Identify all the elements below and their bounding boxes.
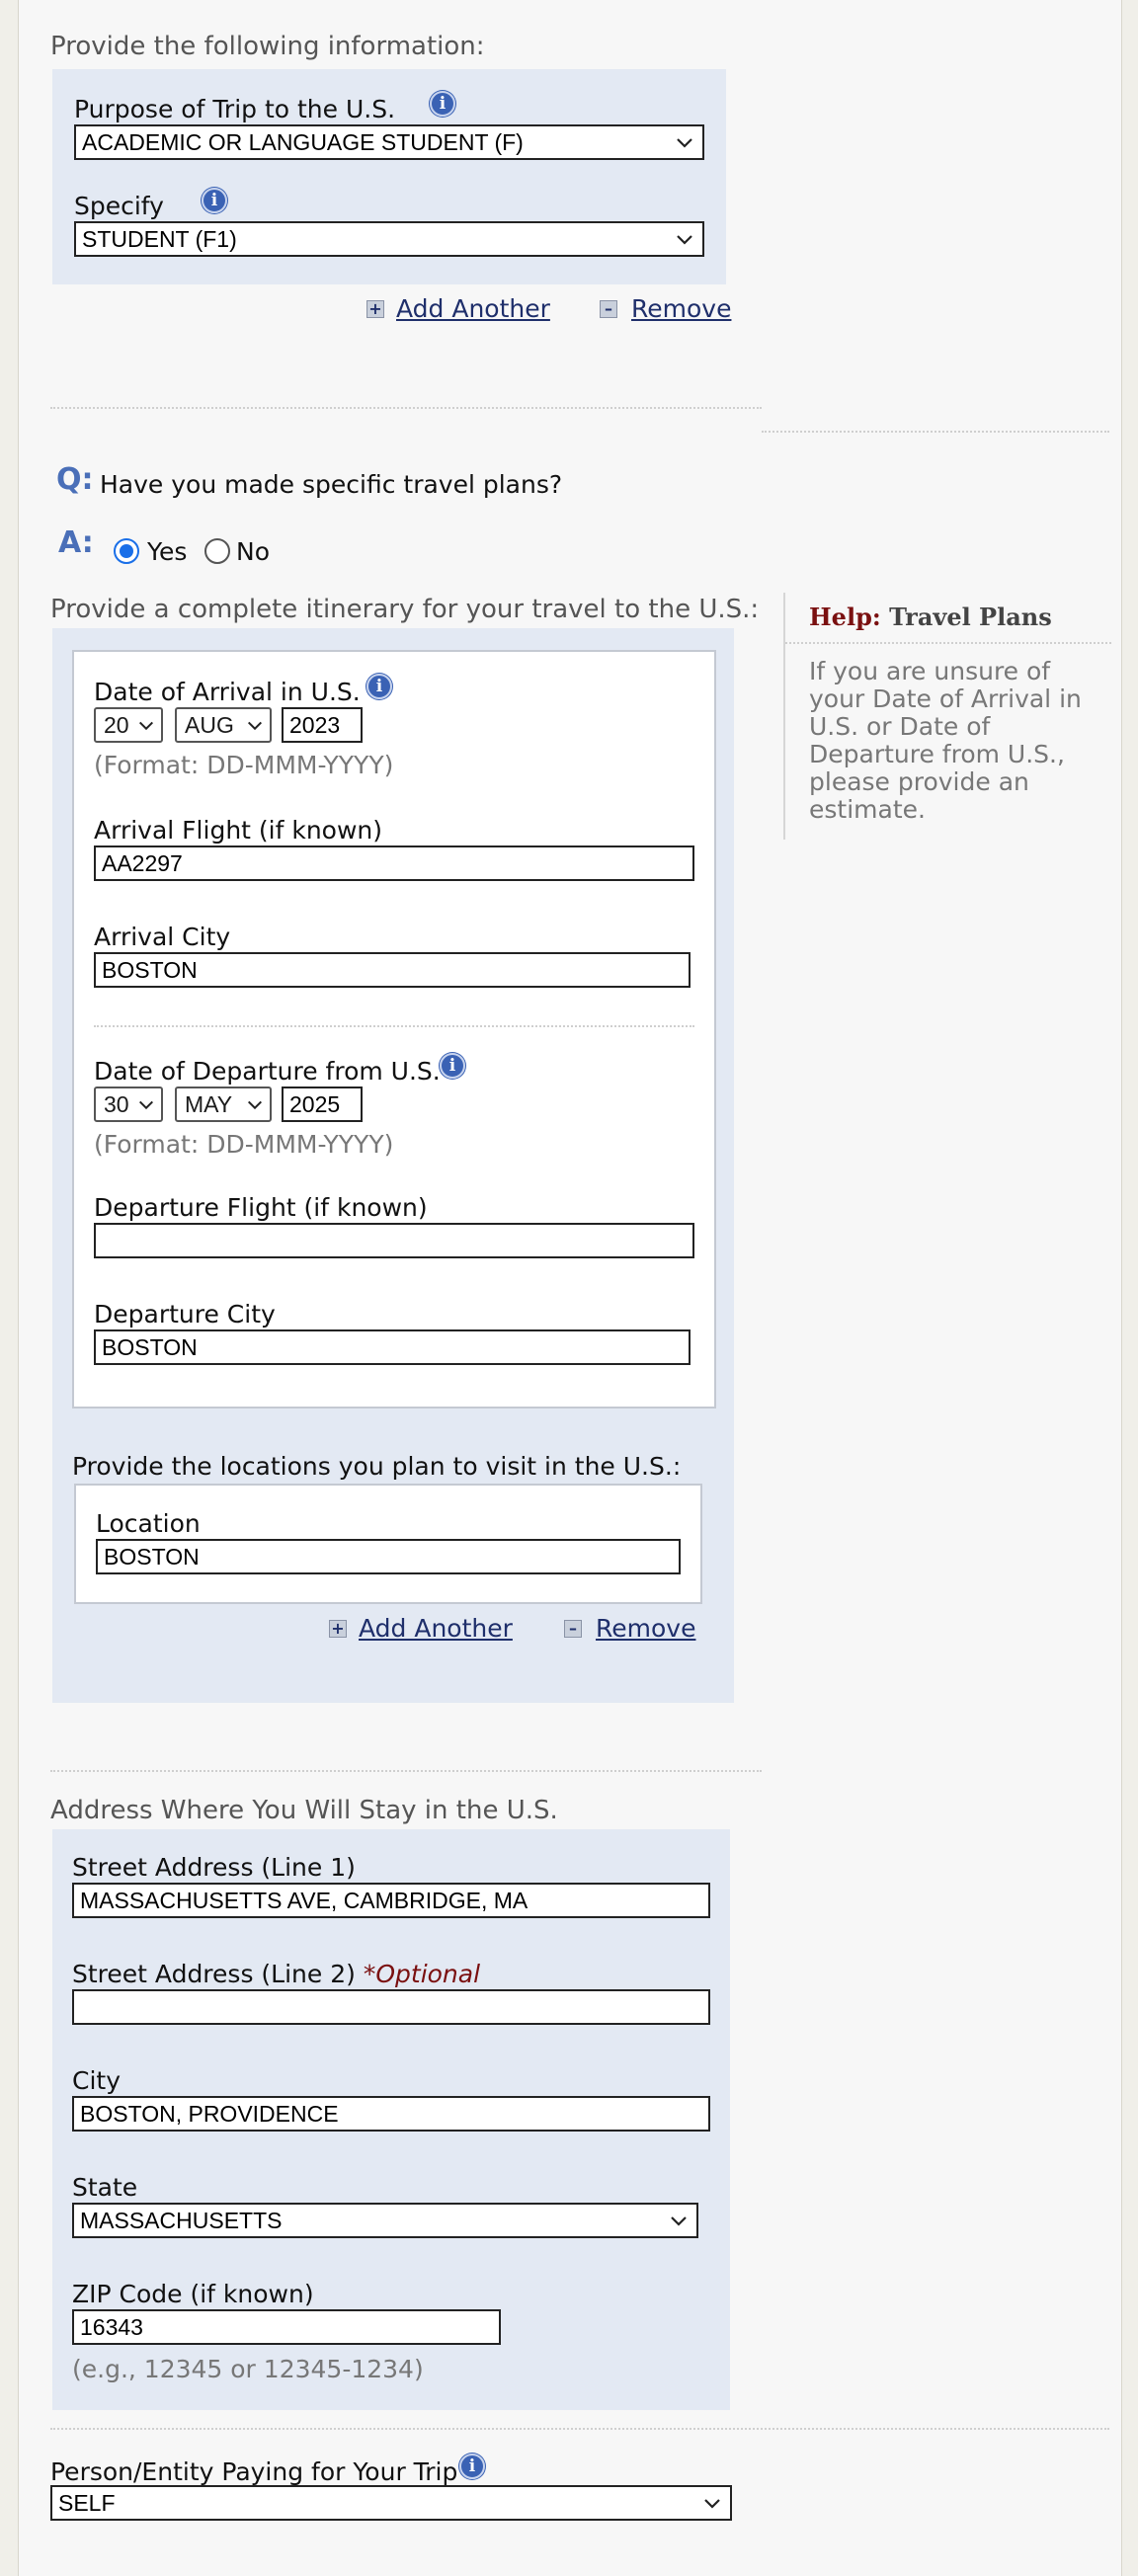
divider — [94, 1025, 694, 1027]
itinerary-panel: Date of Arrival in U.S. i 20 AUG 2023 (F… — [52, 628, 734, 1703]
add-another-location-link[interactable]: Add Another — [359, 1614, 513, 1643]
zip-input[interactable]: 16343 — [72, 2309, 501, 2345]
payer-select-value: SELF — [58, 2490, 116, 2516]
purpose-panel: Purpose of Trip to the U.S. i ACADEMIC O… — [52, 69, 726, 284]
help-prefix: Help: — [809, 603, 881, 631]
divider — [50, 407, 762, 409]
arrival-year-input[interactable]: 2023 — [282, 707, 363, 743]
help-topic: Travel Plans — [889, 603, 1052, 631]
remove-icon: – — [564, 1620, 582, 1638]
street-line2-input[interactable] — [72, 1989, 710, 2025]
arrival-month-value: AUG — [185, 712, 234, 738]
arrival-day-select[interactable]: 20 — [94, 707, 163, 743]
street-line1-label: Street Address (Line 1) — [72, 1853, 356, 1882]
add-icon: + — [366, 300, 384, 318]
format-hint: (Format: DD-MMM-YYYY) — [94, 751, 394, 779]
specify-select-value: STUDENT (F1) — [82, 226, 237, 252]
chevron-down-icon — [138, 1100, 154, 1110]
chevron-down-icon — [671, 2216, 687, 2226]
info-icon[interactable]: i — [459, 2454, 485, 2479]
street-line2-label: Street Address (Line 2) *Optional — [72, 1960, 480, 1988]
specify-select[interactable]: STUDENT (F1) — [74, 221, 704, 257]
departure-day-select[interactable]: 30 — [94, 1087, 163, 1122]
purpose-select-value: ACADEMIC OR LANGUAGE STUDENT (F) — [82, 129, 524, 155]
chevron-down-icon — [247, 721, 263, 731]
travel-plans-yes-radio[interactable] — [114, 538, 139, 564]
state-label: State — [72, 2173, 138, 2202]
location-box: Location BOSTON — [74, 1484, 702, 1604]
arrival-city-label: Arrival City — [94, 923, 231, 951]
chevron-down-icon — [677, 235, 692, 245]
chevron-down-icon — [677, 138, 692, 148]
arrival-date-label: Date of Arrival in U.S. — [94, 678, 361, 706]
travel-plans-no-radio[interactable] — [204, 538, 230, 564]
specify-label: Specify — [74, 192, 164, 220]
state-select-value: MASSACHUSETTS — [80, 2208, 283, 2233]
itinerary-prompt: Provide a complete itinerary for your tr… — [50, 595, 760, 624]
location-input[interactable]: BOSTON — [96, 1539, 681, 1574]
departure-flight-label: Departure Flight (if known) — [94, 1193, 428, 1222]
add-icon: + — [329, 1620, 347, 1638]
purpose-label: Purpose of Trip to the U.S. — [74, 95, 396, 123]
form-page: Provide the following information: Purpo… — [18, 0, 1122, 2576]
divider — [762, 431, 1109, 433]
address-heading: Address Where You Will Stay in the U.S. — [50, 1796, 558, 1825]
payer-select[interactable]: SELF — [50, 2485, 732, 2521]
payer-label: Person/Entity Paying for Your Trip — [50, 2457, 458, 2486]
chevron-down-icon — [138, 721, 154, 731]
intro-text: Provide the following information: — [50, 32, 485, 61]
departure-date-label: Date of Departure from U.S. — [94, 1057, 441, 1086]
optional-tag: *Optional — [363, 1960, 481, 1988]
divider — [50, 2428, 1109, 2430]
info-icon[interactable]: i — [430, 91, 455, 117]
departure-flight-input[interactable] — [94, 1223, 694, 1258]
departure-city-input[interactable]: BOSTON — [94, 1329, 691, 1365]
zip-label: ZIP Code (if known) — [72, 2280, 314, 2308]
zip-hint: (e.g., 12345 or 12345-1234) — [72, 2355, 424, 2383]
arrival-flight-label: Arrival Flight (if known) — [94, 816, 383, 845]
arrival-city-input[interactable]: BOSTON — [94, 952, 691, 988]
info-icon[interactable]: i — [366, 674, 392, 699]
arrival-flight-input[interactable]: AA2297 — [94, 845, 694, 881]
format-hint: (Format: DD-MMM-YYYY) — [94, 1130, 394, 1159]
location-label: Location — [96, 1509, 201, 1538]
locations-prompt: Provide the locations you plan to visit … — [72, 1452, 682, 1481]
question-marker: Q: — [56, 462, 94, 497]
departure-city-label: Departure City — [94, 1300, 276, 1328]
arrival-day-value: 20 — [104, 712, 129, 738]
street-line2-label-text: Street Address (Line 2) — [72, 1960, 356, 1988]
info-icon[interactable]: i — [202, 188, 227, 213]
divider — [50, 1770, 762, 1772]
departure-year-input[interactable]: 2025 — [282, 1087, 363, 1122]
add-another-purpose-link[interactable]: Add Another — [396, 294, 550, 323]
departure-month-value: MAY — [185, 1091, 233, 1117]
yes-label: Yes — [147, 537, 188, 566]
help-title: Help: Travel Plans — [809, 603, 1052, 631]
purpose-select[interactable]: ACADEMIC OR LANGUAGE STUDENT (F) — [74, 124, 704, 160]
address-panel: Street Address (Line 1) MASSACHUSETTS AV… — [52, 1829, 730, 2410]
departure-month-select[interactable]: MAY — [175, 1087, 272, 1122]
chevron-down-icon — [704, 2499, 720, 2509]
divider — [785, 642, 1111, 644]
question-text: Have you made specific travel plans? — [100, 470, 563, 499]
city-input[interactable]: BOSTON, PROVIDENCE — [72, 2096, 710, 2132]
info-icon[interactable]: i — [440, 1053, 465, 1079]
city-label: City — [72, 2066, 121, 2095]
state-select[interactable]: MASSACHUSETTS — [72, 2203, 698, 2238]
chevron-down-icon — [247, 1100, 263, 1110]
departure-day-value: 30 — [104, 1091, 129, 1117]
help-panel: Help: Travel Plans If you are unsure of … — [783, 593, 1111, 840]
itinerary-box: Date of Arrival in U.S. i 20 AUG 2023 (F… — [72, 650, 716, 1409]
arrival-month-select[interactable]: AUG — [175, 707, 272, 743]
answer-marker: A: — [58, 525, 94, 560]
street-line1-input[interactable]: MASSACHUSETTS AVE, CAMBRIDGE, MA — [72, 1883, 710, 1918]
remove-icon: – — [600, 300, 617, 318]
help-text: If you are unsure of your Date of Arriva… — [809, 657, 1082, 824]
remove-location-link[interactable]: Remove — [596, 1614, 695, 1643]
no-label: No — [236, 537, 270, 566]
remove-purpose-link[interactable]: Remove — [631, 294, 731, 323]
